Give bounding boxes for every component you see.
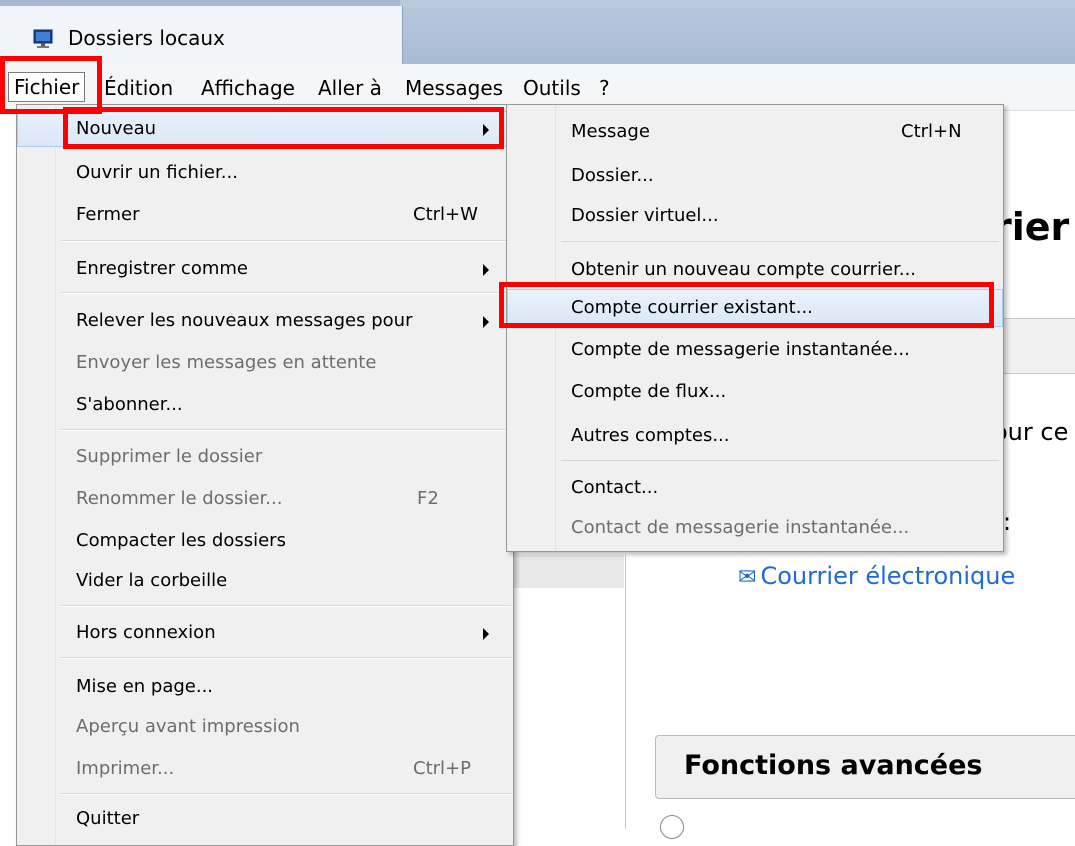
submenu-arrow-icon: [483, 264, 489, 276]
menu-separator: [61, 430, 511, 431]
menu-item-relever-messages[interactable]: Relever les nouveaux messages pour: [17, 303, 513, 339]
submenu-arrow-icon: [483, 124, 489, 136]
submenu-arrow-icon: [483, 316, 489, 328]
menu-item-quitter[interactable]: Quitter: [17, 801, 513, 837]
menu-item-fermer[interactable]: Fermer Ctrl+W: [17, 197, 513, 233]
submenu-item-compte-existant[interactable]: Compte courrier existant...: [507, 289, 1003, 327]
menu-item-label: Compacter les dossiers: [76, 530, 286, 551]
account-heading: rier -: [993, 205, 1075, 249]
menu-outils[interactable]: Outils: [518, 74, 586, 102]
shortcut-label: Ctrl+N: [901, 121, 962, 142]
submenu-item-label: Obtenir un nouveau compte courrier...: [571, 259, 917, 280]
submenu-item-contact-messagerie: Contact de messagerie instantanée...: [507, 509, 1003, 547]
monitor-icon: [33, 29, 53, 48]
menu-separator: [561, 460, 999, 461]
menu-item-label: Imprimer...: [76, 758, 175, 779]
submenu-item-label: Message: [571, 121, 650, 142]
menu-item-label: Mise en page...: [76, 676, 214, 697]
menu-item-label: Aperçu avant impression: [76, 716, 300, 737]
submenu-item-contact[interactable]: Contact...: [507, 469, 1003, 507]
email-account-link[interactable]: ✉ Courrier électronique: [738, 562, 1015, 590]
submenu-item-compte-messagerie[interactable]: Compte de messagerie instantanée...: [507, 331, 1003, 369]
menu-item-label: Quitter: [76, 808, 140, 829]
menu-item-label: Nouveau: [76, 118, 157, 139]
menu-separator: [61, 794, 511, 795]
shortcut-label: Ctrl+P: [413, 758, 471, 779]
menu-separator: [561, 241, 999, 242]
menu-item-label: Relever les nouveaux messages pour: [76, 310, 413, 331]
radio-button[interactable]: [660, 815, 684, 839]
submenu-item-label: Dossier...: [571, 165, 654, 186]
menu-item-ouvrir-fichier[interactable]: Ouvrir un fichier...: [17, 155, 513, 191]
menu-item-envoyer-messages: Envoyer les messages en attente: [17, 345, 513, 381]
menu-item-renommer-dossier: Renommer le dossier... F2: [17, 481, 513, 517]
menu-item-nouveau[interactable]: Nouveau: [17, 111, 513, 147]
tab-local-folders[interactable]: Dossiers locaux: [0, 6, 403, 64]
submenu-item-nouveau-compte[interactable]: Obtenir un nouveau compte courrier...: [507, 251, 1003, 289]
menu-messages[interactable]: Messages: [400, 74, 508, 102]
menu-item-label: Fermer: [76, 204, 140, 225]
menu-help[interactable]: ?: [594, 74, 615, 102]
submenu-item-label: Compte de flux...: [571, 381, 727, 402]
submenu-item-autres-comptes[interactable]: Autres comptes...: [507, 417, 1003, 455]
folder-pane: [512, 555, 626, 829]
submenu-item-label: Compte de messagerie instantanée...: [571, 339, 910, 360]
submenu-arrow-icon: [483, 628, 489, 640]
menu-item-mise-en-page[interactable]: Mise en page...: [17, 669, 513, 705]
menu-separator: [61, 658, 511, 659]
menu-item-apercu-impression: Aperçu avant impression: [17, 709, 513, 745]
menu-item-imprimer: Imprimer... Ctrl+P: [17, 751, 513, 787]
shortcut-label: F2: [417, 488, 439, 509]
new-submenu: Message Ctrl+N Dossier... Dossier virtue…: [506, 104, 1004, 552]
title-bar-background: [400, 0, 1075, 64]
menu-edition[interactable]: Édition: [99, 74, 178, 102]
folder-pane-header: [512, 555, 624, 588]
menu-affichage[interactable]: Affichage: [196, 74, 300, 102]
account-description: our ce: [993, 418, 1069, 446]
menu-item-label: Vider la corbeille: [76, 570, 228, 591]
menu-separator: [61, 293, 511, 294]
menu-item-compacter-dossiers[interactable]: Compacter les dossiers: [17, 523, 513, 559]
menu-item-label: Enregistrer comme: [76, 258, 248, 279]
submenu-item-dossier-virtuel[interactable]: Dossier virtuel...: [507, 197, 1003, 235]
menu-item-supprimer-dossier: Supprimer le dossier: [17, 439, 513, 475]
menu-separator: [61, 606, 511, 607]
menu-item-label: Envoyer les messages en attente: [76, 352, 377, 373]
submenu-item-label: Autres comptes...: [571, 425, 730, 446]
menu-item-sabonner[interactable]: S'abonner...: [17, 387, 513, 423]
menu-item-label: Hors connexion: [76, 622, 216, 643]
menu-fichier[interactable]: Fichier: [8, 72, 86, 102]
submenu-item-label: Dossier virtuel...: [571, 205, 719, 226]
email-link-label: Courrier électronique: [760, 562, 1016, 590]
submenu-item-label: Contact...: [571, 477, 659, 498]
file-menu: Nouveau Ouvrir un fichier... Fermer Ctrl…: [16, 104, 514, 846]
submenu-item-label: Compte courrier existant...: [571, 297, 813, 318]
advanced-features-title: Fonctions avancées: [684, 750, 983, 781]
tab-title: Dossiers locaux: [68, 26, 225, 50]
account-label: :: [1003, 508, 1012, 536]
submenu-item-message[interactable]: Message Ctrl+N: [507, 113, 1003, 151]
menu-item-vider-corbeille[interactable]: Vider la corbeille: [17, 563, 513, 599]
menu-item-hors-connexion[interactable]: Hors connexion: [17, 615, 513, 651]
menu-aller-a[interactable]: Aller à: [313, 74, 387, 102]
submenu-item-compte-flux[interactable]: Compte de flux...: [507, 373, 1003, 411]
envelope-icon: ✉: [738, 565, 757, 590]
advanced-features-panel: Fonctions avancées: [655, 735, 1075, 799]
submenu-item-label: Contact de messagerie instantanée...: [571, 517, 910, 538]
menu-item-label: Renommer le dossier...: [76, 488, 283, 509]
section-header-box: [993, 318, 1075, 374]
menu-separator: [61, 241, 511, 242]
shortcut-label: Ctrl+W: [413, 204, 478, 225]
menu-item-label: S'abonner...: [76, 394, 183, 415]
submenu-item-dossier[interactable]: Dossier...: [507, 157, 1003, 195]
menu-item-label: Supprimer le dossier: [76, 446, 263, 467]
menu-item-enregistrer-comme[interactable]: Enregistrer comme: [17, 251, 513, 287]
menu-item-label: Ouvrir un fichier...: [76, 162, 238, 183]
